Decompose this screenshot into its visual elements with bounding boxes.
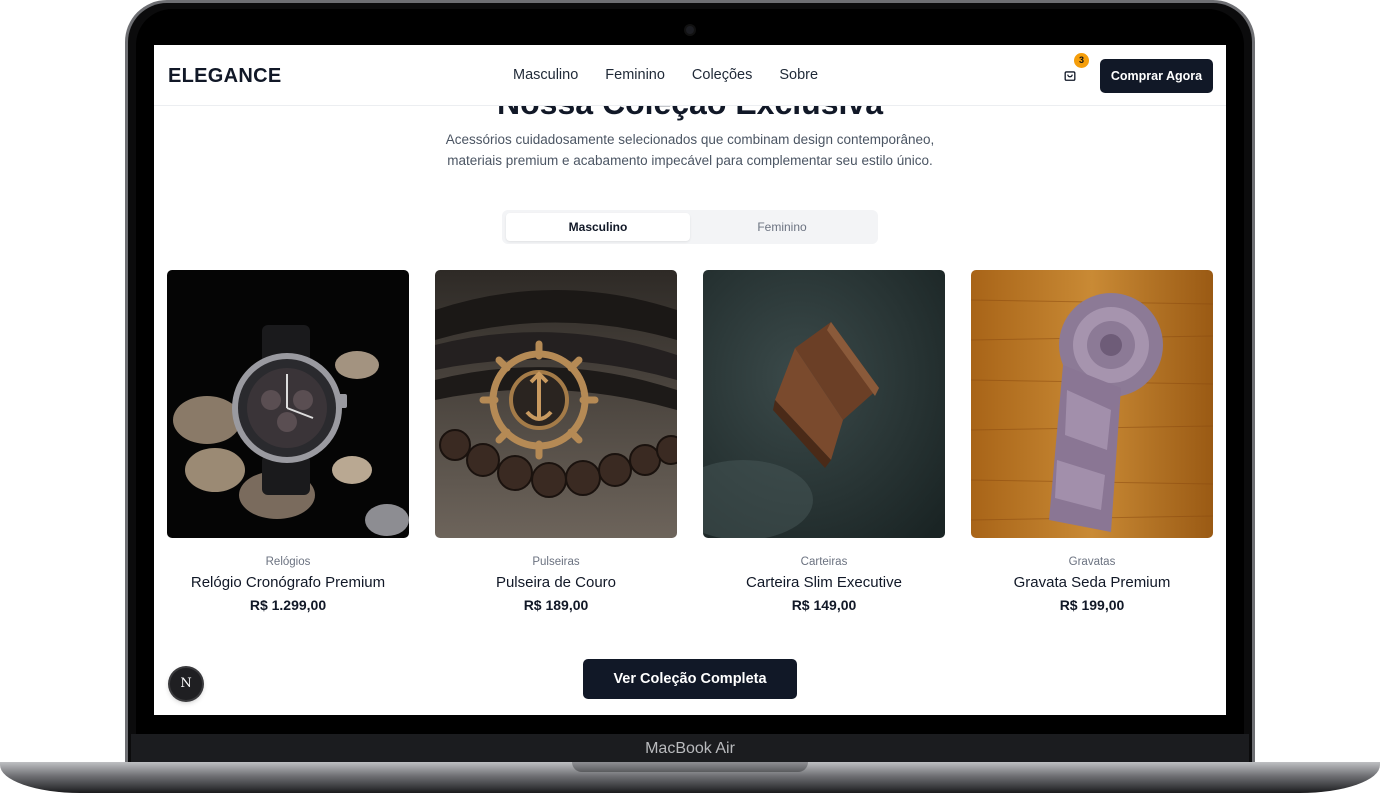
product-name[interactable]: Gravata Seda Premium <box>971 574 1213 591</box>
product-card[interactable]: Gravatas Gravata Seda Premium R$ 199,00 <box>971 270 1213 613</box>
tab-masculino[interactable]: Masculino <box>506 213 690 241</box>
product-price: R$ 199,00 <box>1059 597 1125 613</box>
camera-icon <box>686 26 694 34</box>
section-subtitle: Acessórios cuidadosamente selecionados q… <box>390 129 990 171</box>
buy-now-button[interactable]: Comprar Agora <box>1100 59 1213 93</box>
product-card[interactable]: Carteiras Carteira Slim Executive R$ 149… <box>703 270 945 613</box>
bracelet-image[interactable] <box>435 270 677 538</box>
tab-feminino[interactable]: Feminino <box>690 213 874 241</box>
main-nav: Masculino Feminino Coleções Sobre <box>513 67 818 83</box>
product-name[interactable]: Pulseira de Couro <box>435 574 677 591</box>
nav-masculino[interactable]: Masculino <box>513 67 578 83</box>
product-name[interactable]: Carteira Slim Executive <box>703 574 945 591</box>
view-full-collection-button[interactable]: Ver Coleção Completa <box>583 659 797 699</box>
subtitle-line-2: materiais premium e acabamento impecável… <box>447 153 933 168</box>
product-price: R$ 189,00 <box>523 597 589 613</box>
tie-image[interactable] <box>971 270 1213 538</box>
nextjs-dev-badge[interactable]: N <box>170 668 202 700</box>
browser-screen: Nossa Coleção Exclusiva ELEGANCE Masculi… <box>154 45 1226 715</box>
nav-colecoes[interactable]: Coleções <box>692 67 752 83</box>
product-name[interactable]: Relógio Cronógrafo Premium <box>167 574 409 591</box>
subtitle-line-1: Acessórios cuidadosamente selecionados q… <box>445 132 935 147</box>
laptop-notch <box>572 762 808 772</box>
product-category: Carteiras <box>800 556 848 568</box>
laptop-mockup: MacBook Air Nossa Coleção Exclusiva ELEG… <box>0 0 1380 793</box>
product-card[interactable]: Relógios Relógio Cronógrafo Premium R$ 1… <box>167 270 409 613</box>
product-category: Pulseiras <box>532 556 580 568</box>
site-logo[interactable]: ELEGANCE <box>168 65 282 88</box>
site-header: ELEGANCE Masculino Feminino Coleções Sob… <box>154 45 1226 106</box>
shopping-bag-icon[interactable] <box>1060 65 1080 85</box>
gender-tabs: Masculino Feminino <box>502 210 878 244</box>
wallet-image[interactable] <box>703 270 945 538</box>
nav-sobre[interactable]: Sobre <box>779 67 818 83</box>
product-price: R$ 1.299,00 <box>249 597 327 613</box>
device-label: MacBook Air <box>645 740 735 757</box>
cart-count-badge: 3 <box>1074 53 1089 68</box>
product-price: R$ 149,00 <box>791 597 857 613</box>
product-category: Gravatas <box>1068 556 1116 568</box>
watch-image[interactable] <box>167 270 409 538</box>
product-card[interactable]: Pulseiras Pulseira de Couro R$ 189,00 <box>435 270 677 613</box>
nav-feminino[interactable]: Feminino <box>605 67 665 83</box>
product-category: Relógios <box>265 556 311 568</box>
